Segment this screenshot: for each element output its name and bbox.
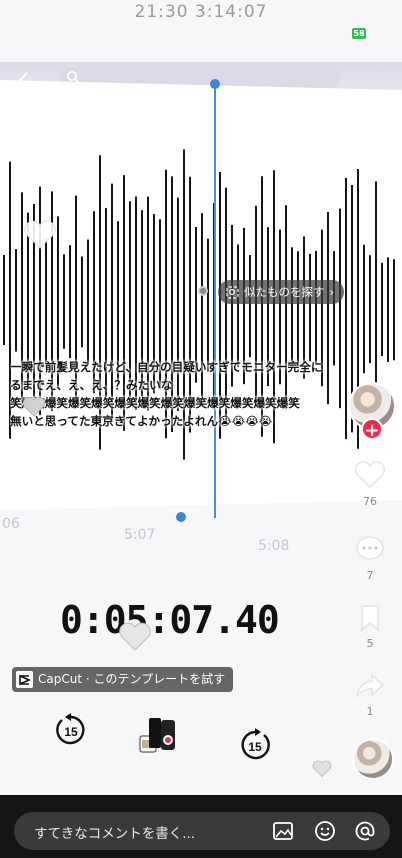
sparkle-heart-icon <box>24 220 56 249</box>
tick-label: 06 <box>2 516 20 532</box>
record-control-icon[interactable] <box>139 716 179 754</box>
caption-line: 一瞬で前髪見えたけど、自分の目疑いすぎてモニター完全に <box>10 360 323 374</box>
find-similar-button[interactable]: 似たものを探す › <box>218 280 345 304</box>
like-button[interactable]: 76 <box>348 460 392 508</box>
mention-icon[interactable] <box>354 820 376 842</box>
music-disc-avatar[interactable] <box>352 738 394 780</box>
comment-placeholder: すてきなコメントを書く... <box>34 826 196 842</box>
tick-label: 5:08 <box>258 538 290 554</box>
share-arrow-icon <box>356 673 385 698</box>
video-screen[interactable]: 21:30 3:14:07 58 似たものを探す › 一瞬で前髪見えたけど、自分… <box>0 0 402 795</box>
image-icon[interactable] <box>272 820 294 842</box>
rewind-15-icon[interactable]: 15 <box>53 712 89 748</box>
rewind-label: 15 <box>64 725 78 739</box>
comment-button[interactable]: 7 <box>348 534 392 582</box>
capcut-label: CapCut · このテンプレートを試す <box>38 672 226 686</box>
like-count: 76 <box>363 495 377 508</box>
save-count: 5 <box>366 637 374 650</box>
share-count: 1 <box>366 705 374 718</box>
forward-label: 15 <box>248 740 262 754</box>
caption-line: 無いと思ってた東京きてよかったよれん😭😭😭😭 <box>10 414 273 428</box>
forward-15-icon[interactable]: 15 <box>237 727 273 763</box>
comment-bubble-icon <box>356 536 384 560</box>
capcut-template-button[interactable]: CapCut · このテンプレートを試す <box>12 667 234 692</box>
elapsed-timer: 0:05:07.40 <box>60 598 280 642</box>
caption-line: るまでえ、え、え、？みたいな <box>10 378 173 392</box>
comment-count: 7 <box>366 569 374 582</box>
status-time: 21:30 3:14:07 <box>134 2 268 22</box>
playhead-handle-bottom[interactable] <box>176 512 186 522</box>
capcut-logo-icon <box>16 671 33 688</box>
tag-dot[interactable] <box>198 286 208 296</box>
sparkle-heart-icon <box>22 396 46 417</box>
save-button[interactable]: 5 <box>348 604 392 650</box>
find-similar-label: 似たものを探す <box>244 285 325 299</box>
follow-button[interactable]: + <box>361 418 383 441</box>
emoji-icon[interactable] <box>314 820 336 842</box>
lens-icon <box>226 285 239 299</box>
share-button[interactable]: 1 <box>348 672 392 718</box>
bookmark-icon <box>361 605 379 632</box>
heart-icon <box>354 461 386 489</box>
battery-indicator: 58 <box>352 28 366 39</box>
chevron-right-icon: › <box>329 285 335 299</box>
playhead-line[interactable] <box>214 82 216 518</box>
comment-input[interactable]: すてきなコメントを書く... <box>14 812 390 850</box>
caption-text: 一瞬で前髪見えたけど、自分の目疑いすぎてモニター完全に るまでえ、え、え、？みた… <box>10 358 400 430</box>
sparkle-heart-icon <box>119 622 151 651</box>
sparkle-heart-icon <box>312 760 332 778</box>
caption-line: 笑爆笑爆笑爆笑爆笑爆笑爆笑爆笑爆笑爆笑爆笑爆笑爆笑 <box>10 396 300 410</box>
tick-label: 5:07 <box>124 527 156 543</box>
playhead-handle-top[interactable] <box>210 79 220 89</box>
